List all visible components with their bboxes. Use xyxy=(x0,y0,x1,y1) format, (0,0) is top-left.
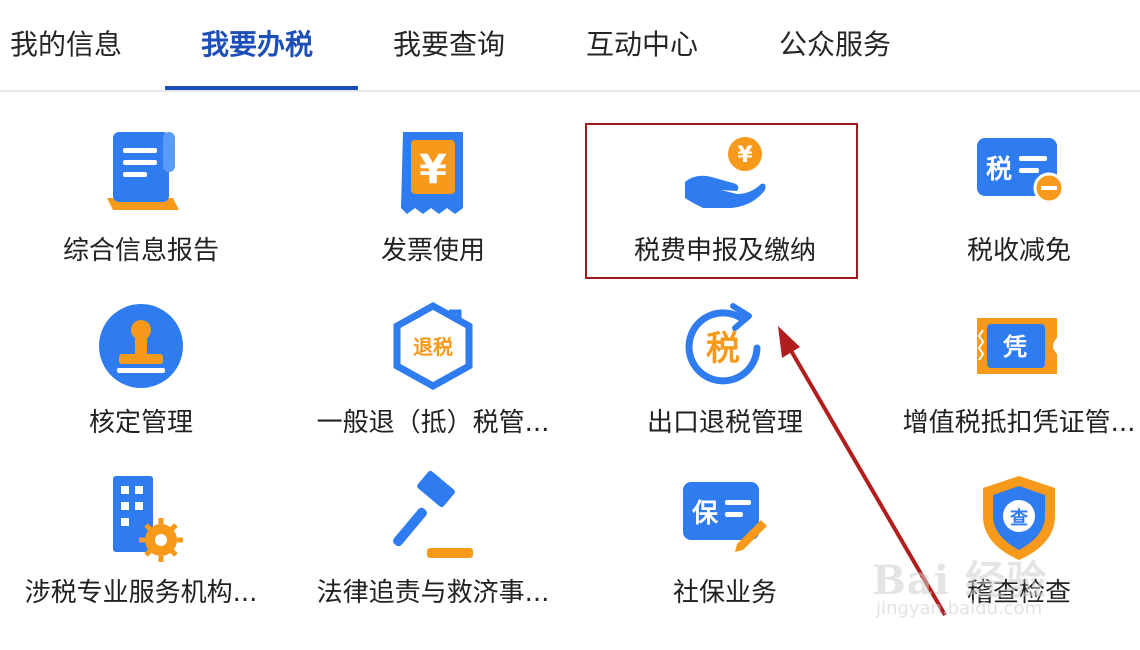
tile-label: 核定管理 xyxy=(88,408,193,438)
tile-tax-declaration-payment[interactable]: ¥ 税费申报及缴纳 xyxy=(579,128,871,298)
stamp-icon xyxy=(91,300,191,400)
svg-text:税: 税 xyxy=(986,155,1012,185)
tile-label: 法律追责与救济事... xyxy=(316,578,550,608)
tile-tax-service-agency[interactable]: 涉税专业服务机构... xyxy=(0,470,287,640)
svg-text:退税: 退税 xyxy=(413,335,453,359)
tab-tax-handling[interactable]: 我要办税 xyxy=(201,20,313,70)
top-tab-bar: 我的信息 我要办税 我要查询 互动中心 公众服务 xyxy=(0,0,1140,92)
tab-interaction-center[interactable]: 互动中心 xyxy=(586,20,698,70)
tile-label: 税费申报及缴纳 xyxy=(633,236,816,266)
tile-label: 发票使用 xyxy=(380,236,485,266)
tile-legal-remedy[interactable]: 法律追责与救济事... xyxy=(287,470,579,640)
tile-label: 稽查检查 xyxy=(966,578,1071,608)
tile-label: 社保业务 xyxy=(672,578,777,608)
tile-export-tax-refund[interactable]: 税 出口退税管理 xyxy=(579,300,871,470)
tab-query[interactable]: 我要查询 xyxy=(393,20,505,70)
tab-my-info[interactable]: 我的信息 xyxy=(10,20,122,70)
vat-voucher-ticket-icon: 凭 xyxy=(969,300,1069,400)
tile-label: 涉税专业服务机构... xyxy=(24,578,258,608)
tile-invoice-use[interactable]: ¥ 发票使用 xyxy=(287,128,579,298)
tile-label: 综合信息报告 xyxy=(62,236,219,266)
tile-social-insurance[interactable]: 保 社保业务 xyxy=(579,470,871,640)
social-insurance-card-icon: 保 xyxy=(675,470,775,570)
svg-text:保: 保 xyxy=(691,499,719,529)
tax-refund-hexagon-icon: 退税 xyxy=(383,300,483,400)
tile-tax-reduction[interactable]: 税 税收减免 xyxy=(873,128,1140,298)
tile-assessment-management[interactable]: 核定管理 xyxy=(0,300,287,470)
tile-vat-voucher-management[interactable]: 凭 增值税抵扣凭证管... xyxy=(873,300,1140,470)
tile-label: 税收减免 xyxy=(966,236,1071,266)
tile-comprehensive-report[interactable]: 综合信息报告 xyxy=(0,128,287,298)
tile-inspection[interactable]: 查 稽查检查 xyxy=(873,470,1140,640)
svg-text:¥: ¥ xyxy=(737,143,753,168)
tile-label: 增值税抵扣凭证管... xyxy=(902,408,1136,438)
hand-coin-payment-icon: ¥ xyxy=(675,128,775,228)
invoice-receipt-icon: ¥ xyxy=(383,128,483,228)
tile-label: 出口退税管理 xyxy=(646,408,803,438)
active-tab-indicator xyxy=(165,86,358,90)
export-tax-refund-icon: 税 xyxy=(675,300,775,400)
svg-text:¥: ¥ xyxy=(419,147,447,193)
svg-text:税: 税 xyxy=(706,329,740,369)
tab-public-services[interactable]: 公众服务 xyxy=(779,20,891,70)
gavel-icon xyxy=(383,470,483,570)
svg-text:查: 查 xyxy=(1010,507,1028,529)
svg-text:凭: 凭 xyxy=(1002,333,1027,361)
report-document-icon xyxy=(91,128,191,228)
building-gear-icon xyxy=(91,470,191,570)
tile-general-tax-refund[interactable]: 退税 一般退（抵）税管... xyxy=(287,300,579,470)
inspection-shield-icon: 查 xyxy=(969,470,1069,570)
tax-reduction-card-icon: 税 xyxy=(969,128,1069,228)
tile-label: 一般退（抵）税管... xyxy=(316,408,550,438)
